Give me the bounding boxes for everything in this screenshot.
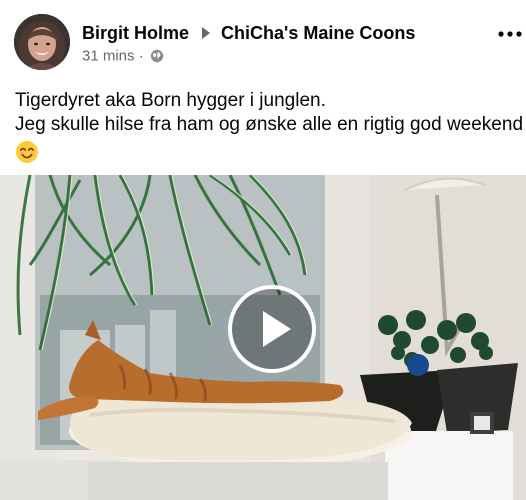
group-name[interactable]: ChiCha's Maine Coons [221,23,415,43]
post-meta: 31 mins · [82,47,164,65]
video-player[interactable] [0,175,526,500]
meta-separator: · [138,47,144,65]
post-text-line: Tigerdyret aka Born hygger i junglen. [15,90,326,111]
post-header: Birgit Holme ChiCha's Maine Coons 31 min… [0,0,526,80]
author-name[interactable]: Birgit Holme [82,23,189,43]
triangle-right-icon [202,23,211,44]
smiling-face-emoji [15,140,39,164]
post-time[interactable]: 31 mins [82,48,135,65]
play-icon[interactable] [226,283,318,375]
author-and-group: Birgit Holme ChiCha's Maine Coons [82,22,415,44]
author-avatar[interactable] [14,14,70,70]
globe-icon [150,49,164,63]
post-text-line: Jeg skulle hilse fra ham og ønske alle e… [15,114,524,135]
post-text: Tigerdyret aka Born hygger i junglen. Je… [15,89,523,137]
more-options-icon[interactable] [498,27,522,39]
